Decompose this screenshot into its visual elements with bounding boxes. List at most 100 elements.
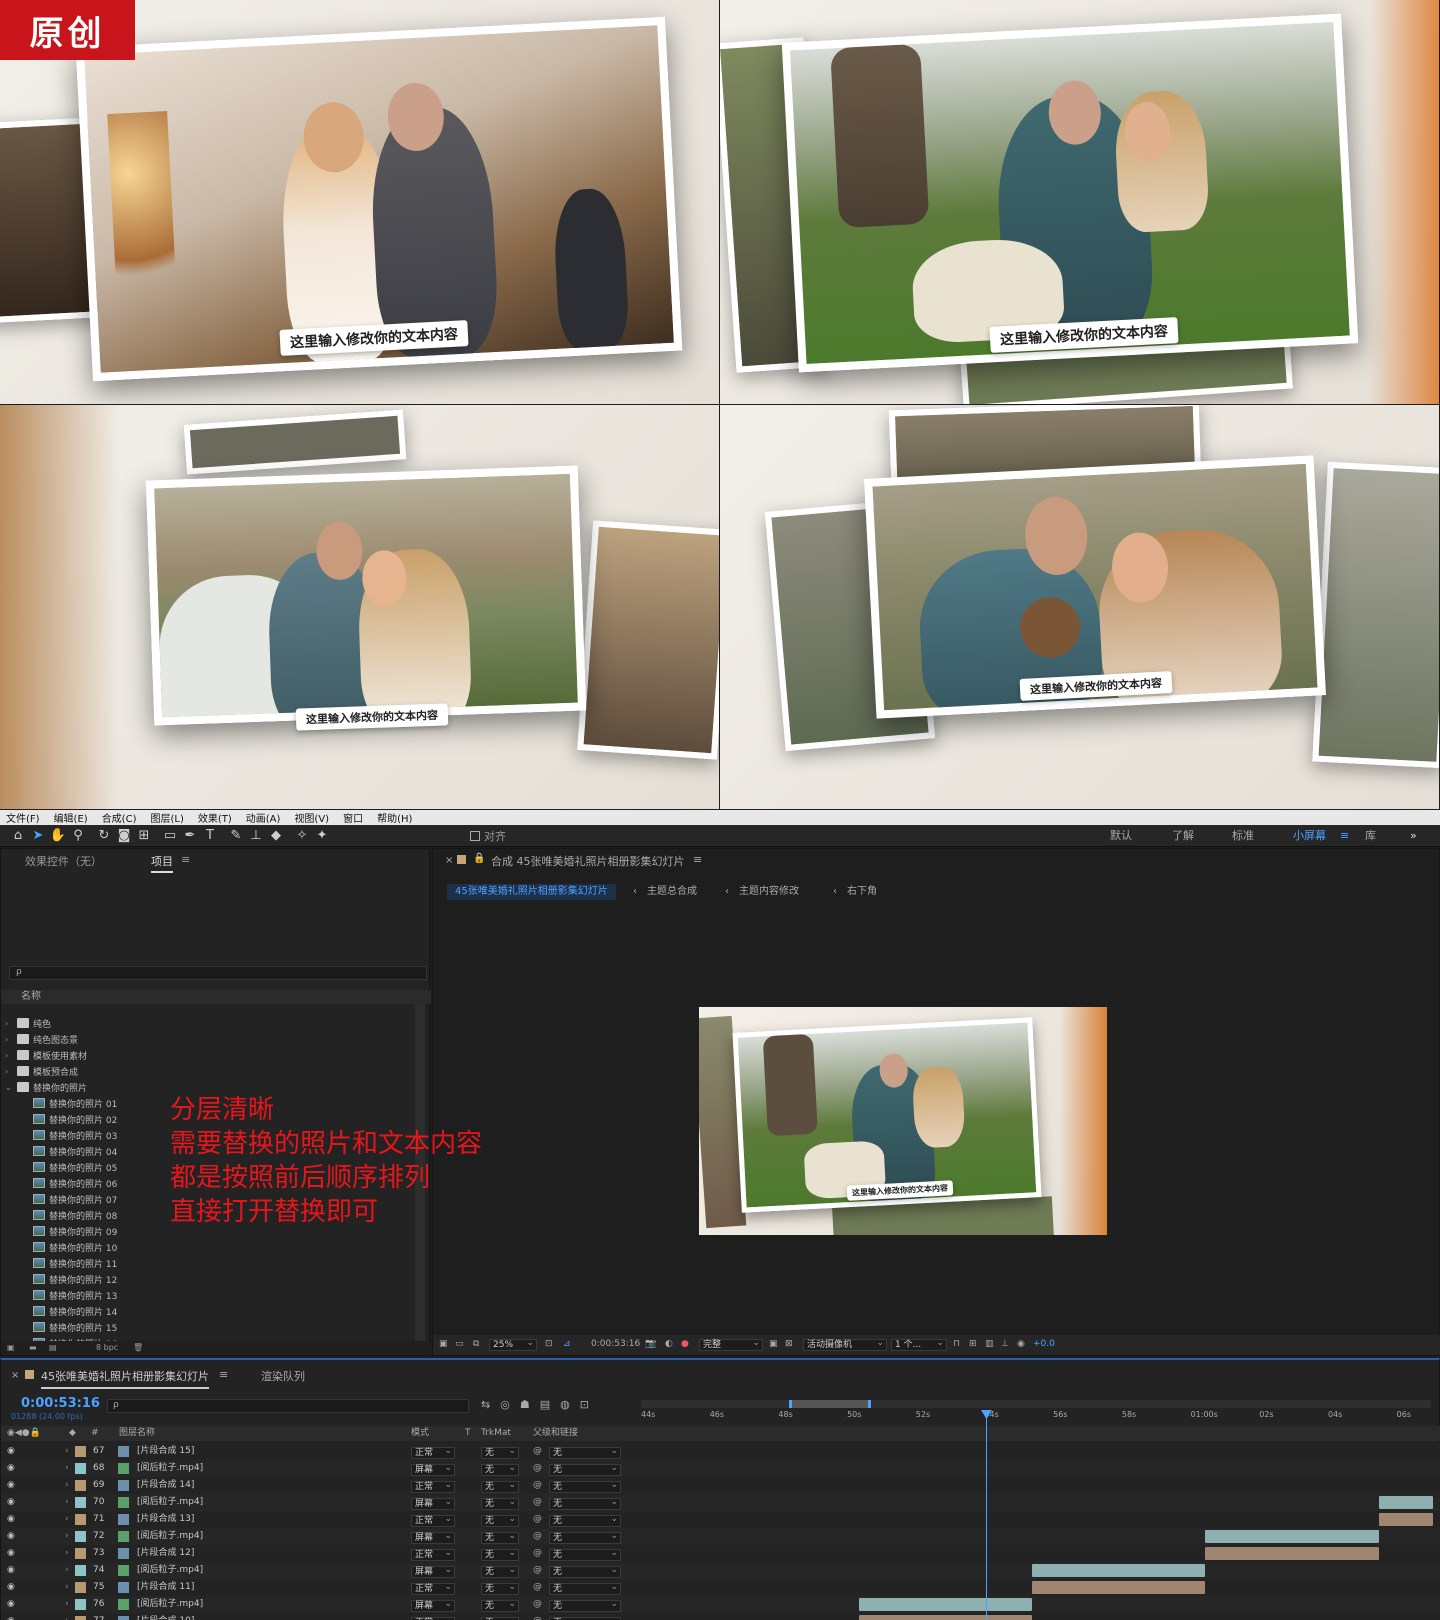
- col-layer-name[interactable]: 图层名称: [119, 1426, 155, 1441]
- more-workspaces-icon[interactable]: »: [1410, 825, 1417, 847]
- layer-name[interactable]: [片段合成 12]: [137, 1545, 194, 1562]
- pickwhip-icon[interactable]: @: [533, 1562, 542, 1579]
- chevron-right-icon[interactable]: ›: [5, 1035, 17, 1044]
- pickwhip-icon[interactable]: @: [533, 1596, 542, 1613]
- expand-chevron-icon[interactable]: ›: [65, 1596, 69, 1613]
- menu-item[interactable]: 窗口: [343, 810, 363, 825]
- visibility-eye-icon[interactable]: ◉: [7, 1511, 15, 1528]
- timeline-search-input[interactable]: ρ: [107, 1399, 469, 1413]
- col-trkmat[interactable]: TrkMat: [481, 1426, 511, 1441]
- menu-item[interactable]: 帮助(H): [377, 810, 412, 825]
- workspace-small-screen[interactable]: 小屏幕: [1293, 825, 1326, 847]
- layer-label-color[interactable]: [75, 1531, 86, 1542]
- timeline-layer-row[interactable]: ◉ › 72 [阅后粒子.mp4] 屏幕 无 @ 无: [1, 1528, 1440, 1545]
- transparency-grid-icon[interactable]: ⊠: [785, 1339, 793, 1349]
- layer-duration-bar[interactable]: [1379, 1496, 1433, 1509]
- panel-menu-icon[interactable]: ≡: [181, 853, 190, 866]
- visibility-eye-icon[interactable]: ◉: [7, 1596, 15, 1613]
- color-channel-icon[interactable]: ●: [681, 1339, 689, 1349]
- fit-icon[interactable]: ⊡: [545, 1339, 553, 1349]
- col-mode[interactable]: 模式: [411, 1426, 429, 1441]
- menu-item[interactable]: 编辑(E): [54, 810, 88, 825]
- zoom-tool-icon[interactable]: ⚲: [68, 827, 88, 845]
- views-dropdown[interactable]: 1 个...: [891, 1338, 947, 1351]
- exposure-value[interactable]: +0.0: [1033, 1339, 1055, 1349]
- timeline-layer-row[interactable]: ◉ › 77 [片段合成 10] 正常 无 @ 无: [1, 1613, 1440, 1620]
- visibility-eye-icon[interactable]: ◉: [7, 1528, 15, 1545]
- tab-project[interactable]: 项目: [151, 853, 173, 873]
- panel-menu-icon[interactable]: ≡: [693, 853, 702, 866]
- align-checkbox[interactable]: 对齐: [470, 825, 506, 847]
- layer-label-color[interactable]: [75, 1599, 86, 1610]
- pan-behind-tool-icon[interactable]: ⊞: [134, 827, 154, 845]
- timeline-layer-row[interactable]: ◉ › 74 [阅后粒子.mp4] 屏幕 无 @ 无: [1, 1562, 1440, 1579]
- frame-blending-icon[interactable]: ▤: [540, 1398, 550, 1411]
- visibility-eye-icon[interactable]: ◉: [7, 1460, 15, 1477]
- layer-duration-bar[interactable]: [1032, 1581, 1205, 1594]
- snapshot-icon[interactable]: 📷: [645, 1339, 656, 1349]
- blend-mode-dropdown[interactable]: 正常: [411, 1615, 455, 1620]
- exposure-icon[interactable]: ◉: [1017, 1339, 1025, 1349]
- close-icon[interactable]: ×: [445, 855, 453, 866]
- pickwhip-icon[interactable]: @: [533, 1545, 542, 1562]
- timeline-layer-row[interactable]: ◉ › 67 [片段合成 15] 正常 无 @ 无: [1, 1443, 1440, 1460]
- trkmat-dropdown[interactable]: 无: [481, 1615, 519, 1620]
- visibility-eye-icon[interactable]: ◉: [7, 1545, 15, 1562]
- workspace-menu-icon[interactable]: ≡: [1340, 825, 1349, 847]
- project-item[interactable]: 替换你的照片 12: [1, 1271, 417, 1287]
- zoom-dropdown[interactable]: 25%: [489, 1338, 537, 1351]
- col-parent[interactable]: 父级和链接: [533, 1426, 578, 1441]
- trash-icon[interactable]: 🗑: [133, 1341, 143, 1355]
- tab-effect-controls[interactable]: 效果控件（无）: [25, 853, 102, 869]
- eraser-tool-icon[interactable]: ◆: [266, 827, 286, 845]
- selection-tool-icon[interactable]: ➤: [28, 827, 48, 845]
- panel-menu-icon[interactable]: ≡: [219, 1368, 228, 1381]
- new-comp-icon[interactable]: ▤: [49, 1341, 57, 1355]
- project-folder[interactable]: › 模板使用素材: [1, 1047, 417, 1063]
- layer-label-color[interactable]: [75, 1548, 86, 1559]
- mask-view-icon[interactable]: ⧉: [473, 1339, 479, 1349]
- layer-name[interactable]: [片段合成 14]: [137, 1477, 194, 1494]
- timeline-layer-row[interactable]: ◉ › 69 [片段合成 14] 正常 无 @ 无: [1, 1477, 1440, 1494]
- project-item[interactable]: 替换你的照片 15: [1, 1319, 417, 1335]
- layer-name[interactable]: [阅后粒子.mp4]: [137, 1460, 203, 1477]
- workspace-standard[interactable]: 标准: [1232, 825, 1254, 847]
- visibility-eye-icon[interactable]: ◉: [7, 1562, 15, 1579]
- pickwhip-icon[interactable]: @: [533, 1494, 542, 1511]
- playhead-line[interactable]: [986, 1410, 987, 1620]
- layer-name[interactable]: [阅后粒子.mp4]: [137, 1596, 203, 1613]
- project-folder[interactable]: › 模板预合成: [1, 1063, 417, 1079]
- layer-label-color[interactable]: [75, 1480, 86, 1491]
- roto-brush-tool-icon[interactable]: ✧: [292, 827, 312, 845]
- timeline-icon[interactable]: ▥: [985, 1339, 994, 1349]
- av-features-icon[interactable]: ◉◀●🔒: [7, 1426, 41, 1441]
- layer-name[interactable]: [片段合成 13]: [137, 1511, 194, 1528]
- pickwhip-icon[interactable]: @: [533, 1511, 542, 1528]
- camera-dropdown[interactable]: 活动摄像机: [803, 1338, 887, 1351]
- camera-tool-icon[interactable]: ◙: [114, 827, 134, 845]
- bpc-label[interactable]: 8 bpc: [96, 1341, 118, 1355]
- visibility-eye-icon[interactable]: ◉: [7, 1579, 15, 1596]
- menu-item[interactable]: 图层(L): [150, 810, 183, 825]
- new-folder-icon[interactable]: ▬: [29, 1341, 37, 1355]
- rectangle-tool-icon[interactable]: ▭: [160, 827, 180, 845]
- expand-chevron-icon[interactable]: ›: [65, 1562, 69, 1579]
- region-of-interest-icon[interactable]: ▣: [769, 1339, 778, 1349]
- show-snapshot-icon[interactable]: ◐: [665, 1339, 673, 1349]
- menu-item[interactable]: 动画(A): [246, 810, 281, 825]
- shy-layers-icon[interactable]: ☗: [520, 1398, 530, 1411]
- current-time-display[interactable]: 0:00:53:16: [591, 1339, 640, 1349]
- comp-tab-title[interactable]: 合成 45张唯美婚礼照片相册影集幻灯片: [491, 853, 685, 869]
- clone-stamp-tool-icon[interactable]: ⊥: [246, 827, 266, 845]
- expand-chevron-icon[interactable]: ›: [65, 1511, 69, 1528]
- layer-name[interactable]: [片段合成 15]: [137, 1443, 194, 1460]
- expand-chevron-icon[interactable]: ›: [65, 1460, 69, 1477]
- toggle-pixel-icon[interactable]: ⊓: [953, 1339, 960, 1349]
- layer-label-color[interactable]: [75, 1514, 86, 1525]
- hand-tool-icon[interactable]: ✋: [48, 827, 68, 845]
- graph-editor-icon[interactable]: ⊡: [580, 1398, 589, 1411]
- visibility-eye-icon[interactable]: ◉: [7, 1443, 15, 1460]
- type-tool-icon[interactable]: T: [200, 827, 220, 845]
- project-folder[interactable]: › 纯色图态景: [1, 1031, 417, 1047]
- comp-mini-flowchart-icon[interactable]: ⇆: [481, 1398, 490, 1411]
